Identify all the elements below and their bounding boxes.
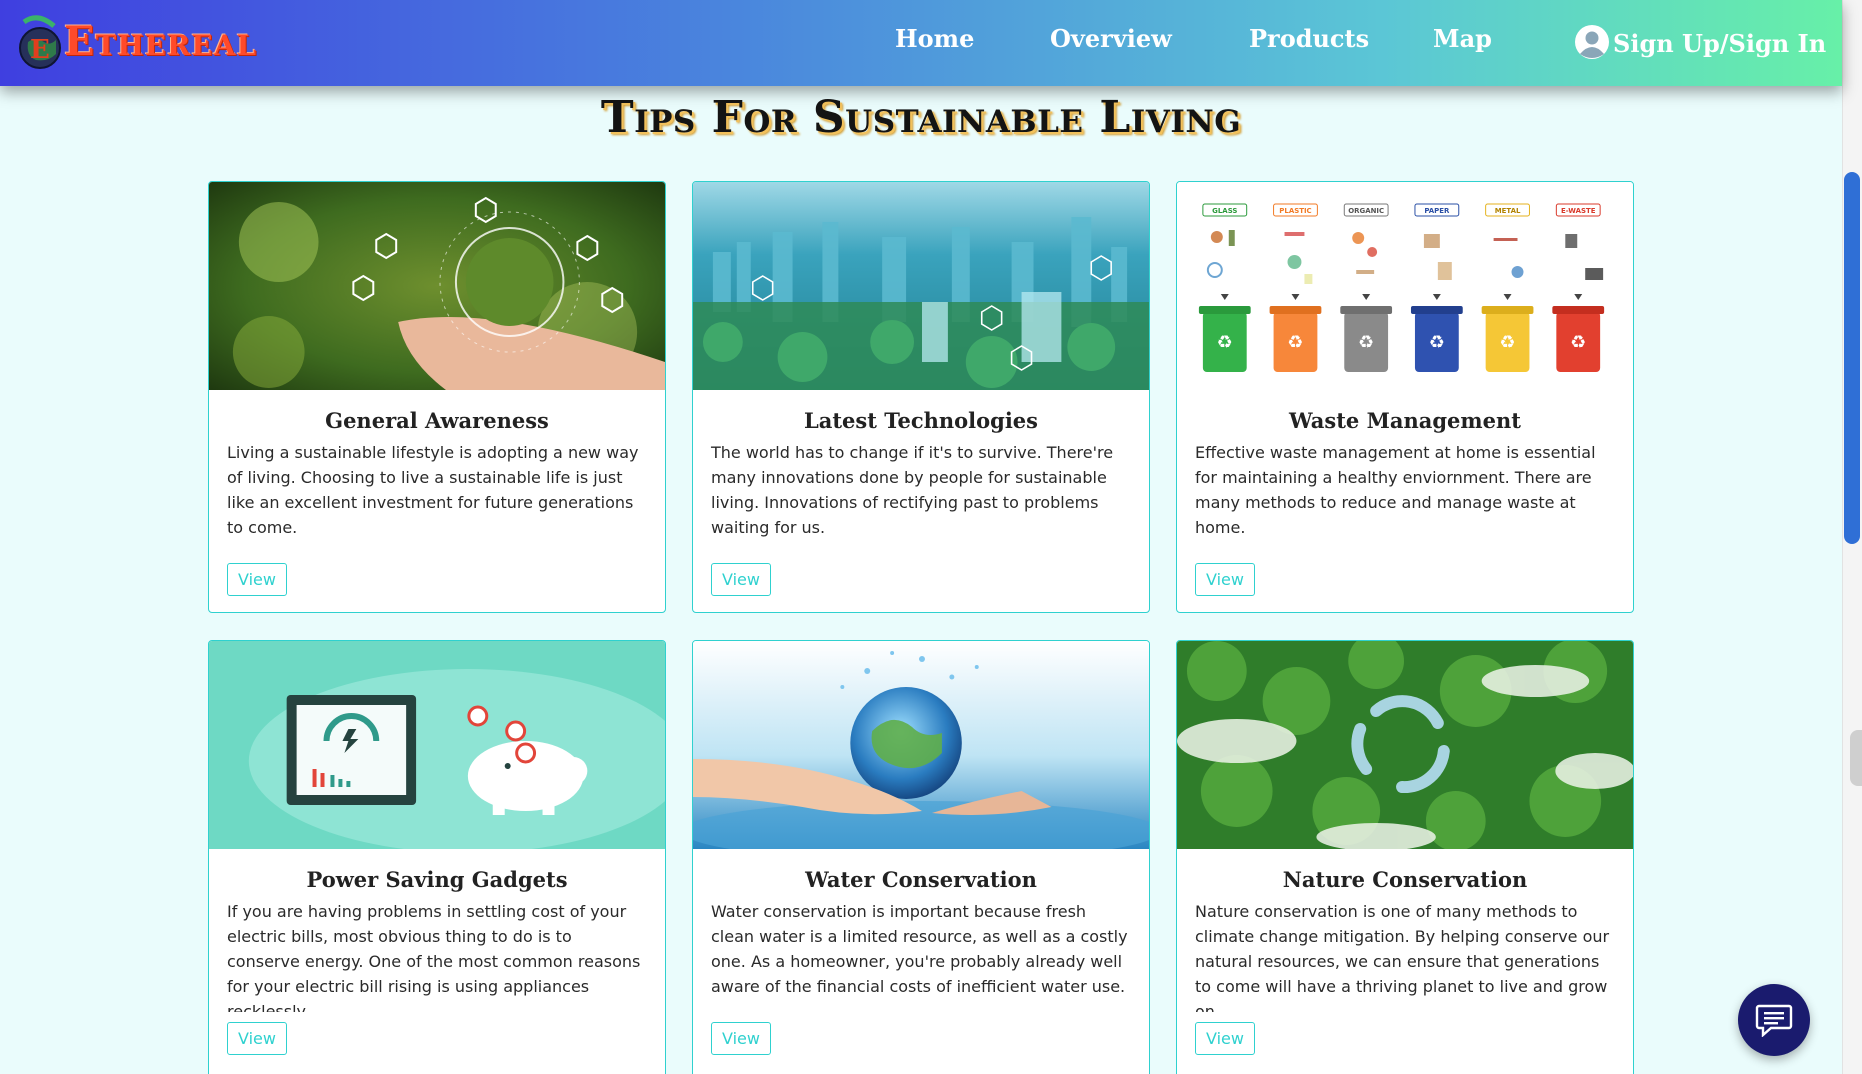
nav-products[interactable]: Products [1249, 24, 1369, 53]
card-power-saving-gadgets: Power Saving Gadgets If you are having p… [208, 640, 666, 1074]
view-button[interactable]: View [711, 563, 771, 596]
card-nature-conservation: Nature Conservation Nature conservation … [1176, 640, 1634, 1074]
user-circle-icon [1575, 25, 1609, 59]
card-text: Effective waste management at home is es… [1195, 443, 1596, 537]
view-button[interactable]: View [1195, 563, 1255, 596]
card-text: Living a sustainable lifestyle is adopti… [227, 443, 639, 537]
card-image [209, 182, 665, 390]
bin-label-organic: ORGANIC [1348, 207, 1384, 215]
card-water-conservation: Water Conservation Water conservation is… [692, 640, 1150, 1074]
navbar: E Ethereal Home Overview Products Map Si… [0, 0, 1842, 86]
card-text: Nature conservation is one of many metho… [1195, 902, 1610, 1012]
chat-button[interactable] [1738, 984, 1810, 1056]
svg-text:♻: ♻ [1570, 332, 1586, 353]
view-button[interactable]: View [711, 1022, 771, 1055]
card-text: The world has to change if it's to survi… [711, 443, 1114, 537]
svg-text:♻: ♻ [1358, 332, 1374, 353]
card-image [209, 641, 665, 849]
svg-text:♻: ♻ [1217, 332, 1233, 353]
card-image [693, 182, 1149, 390]
card-image: GLASS PLASTIC ORGANIC PAPER METAL E-WAST… [1177, 182, 1633, 390]
bin-label-plastic: PLASTIC [1279, 207, 1311, 215]
card-text: Water conservation is important because … [711, 902, 1128, 996]
card-title: Water Conservation [805, 867, 1037, 892]
vertical-scrollbar[interactable] [1842, 0, 1862, 1074]
bin-label-paper: PAPER [1424, 207, 1450, 215]
card-general-awareness: General Awareness Living a sustainable l… [208, 181, 666, 613]
card-title: Power Saving Gadgets [306, 867, 568, 892]
nav-home[interactable]: Home [895, 24, 974, 53]
bin-label-glass: GLASS [1212, 207, 1237, 215]
card-text: If you are having problems in settling c… [227, 902, 641, 1012]
view-button[interactable]: View [1195, 1022, 1255, 1055]
card-title: Latest Technologies [803, 408, 1038, 433]
nav-menu: Home Overview Products Map Sign Up/Sign … [0, 24, 1842, 64]
chat-icon [1755, 1004, 1793, 1037]
card-title: Nature Conservation [1282, 867, 1528, 892]
page-title: Tips For Sustainable Living [600, 92, 1242, 143]
side-tab-handle[interactable] [1850, 730, 1862, 786]
view-button[interactable]: View [227, 563, 287, 596]
scrollbar-thumb[interactable] [1844, 172, 1860, 544]
svg-text:♻: ♻ [1429, 332, 1445, 353]
nav-map[interactable]: Map [1433, 24, 1492, 53]
bin-label-metal: METAL [1495, 207, 1521, 215]
card-title: Waste Management [1289, 408, 1521, 433]
bin-label-ewaste: E-WASTE [1561, 207, 1596, 215]
view-button[interactable]: View [227, 1022, 287, 1055]
card-image [1177, 641, 1633, 849]
card-latest-technologies: Latest Technologies The world has to cha… [692, 181, 1150, 613]
card-waste-management: GLASS PLASTIC ORGANIC PAPER METAL E-WAST… [1176, 181, 1634, 613]
svg-text:♻: ♻ [1500, 332, 1516, 353]
card-title: General Awareness [325, 408, 549, 433]
nav-overview[interactable]: Overview [1050, 24, 1172, 53]
card-image [693, 641, 1149, 849]
signin-label: Sign Up/Sign In [1613, 29, 1827, 58]
svg-text:♻: ♻ [1287, 332, 1303, 353]
nav-signin[interactable]: Sign Up/Sign In [1574, 24, 1826, 60]
